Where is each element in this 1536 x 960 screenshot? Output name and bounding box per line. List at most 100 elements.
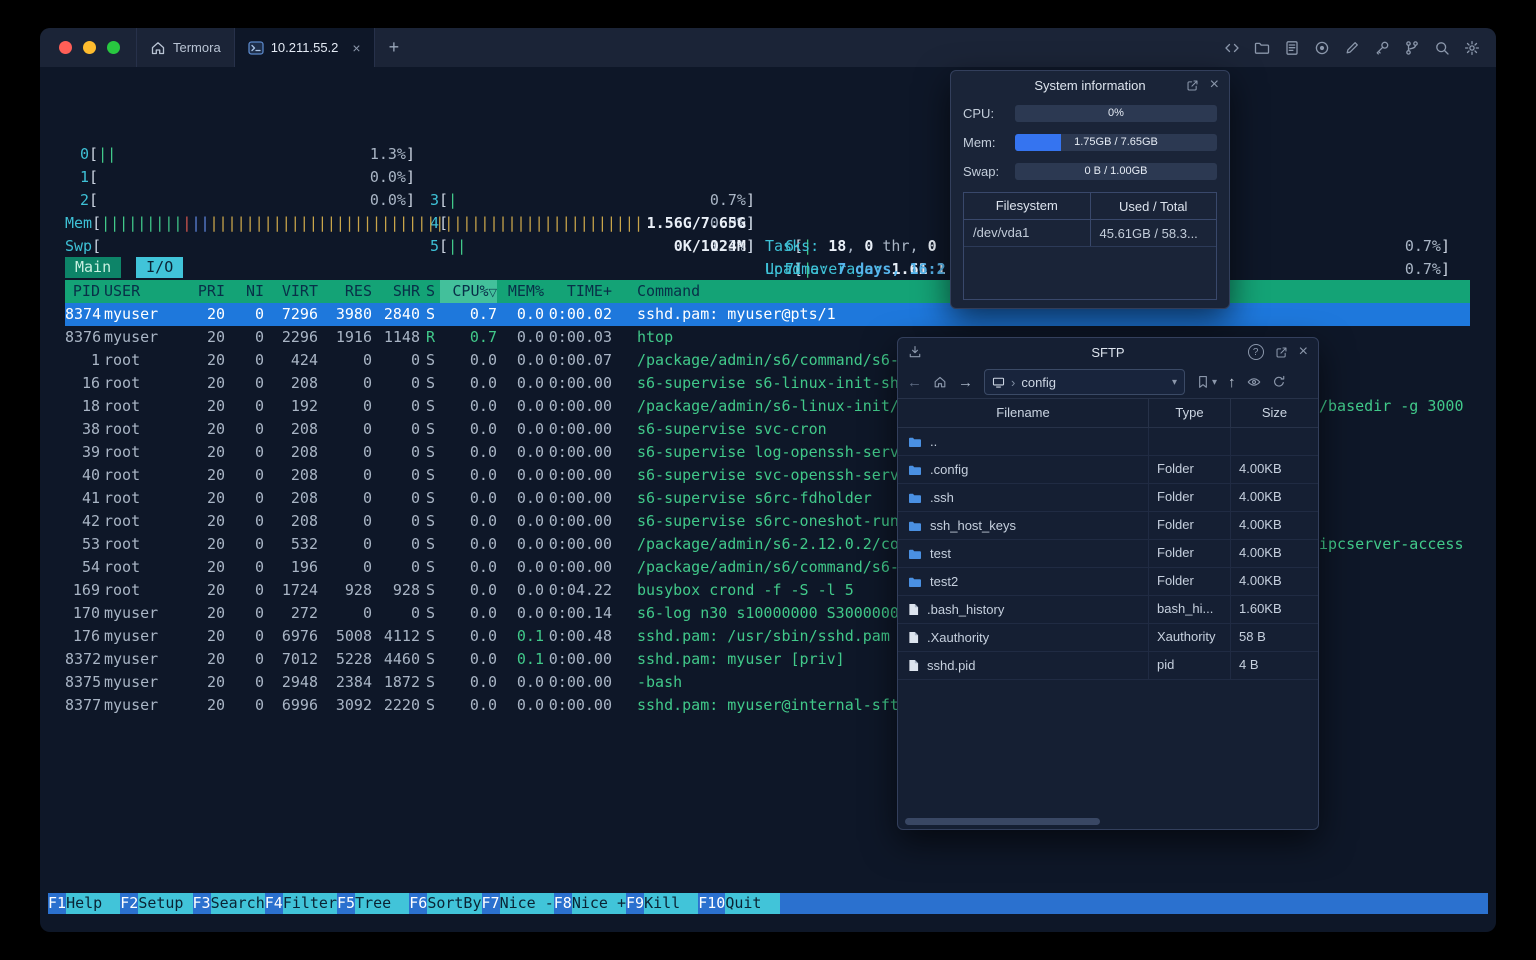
column-header-pri[interactable]: PRI [190, 280, 225, 304]
open-in-window-icon[interactable] [1186, 79, 1199, 92]
file-row[interactable]: sshd.pid pid 4 B [898, 652, 1318, 680]
folder-icon [908, 436, 922, 448]
fkey-f8[interactable]: F8 [554, 893, 572, 914]
process-table-header[interactable]: PID USER PRI NI VIRT RES SHR S CPU%▽ MEM% TIME+ Com… [65, 280, 1470, 304]
file-table-header[interactable]: Filename Type Size [898, 398, 1318, 428]
fkey-f6[interactable]: F6 [409, 893, 427, 914]
cell-ni: 0 [254, 443, 264, 461]
fkey-f5[interactable]: F5 [337, 893, 355, 914]
cell-s: S [426, 604, 436, 622]
column-header-ni[interactable]: NI [225, 280, 264, 304]
download-icon[interactable] [908, 345, 922, 359]
scrollbar-thumb[interactable] [905, 818, 1100, 825]
column-header-user[interactable]: USER [100, 280, 190, 304]
cell-pid: 170 [72, 604, 100, 622]
open-in-window-icon[interactable] [1275, 346, 1288, 359]
file-row[interactable]: .config Folder 4.00KB [898, 456, 1318, 484]
parent-directory-icon[interactable] [1228, 375, 1236, 390]
column-header-virt[interactable]: VIRT [264, 280, 318, 304]
htop-tab-io[interactable]: I/O [136, 257, 184, 278]
minimize-window-button[interactable] [83, 41, 96, 54]
fkey-f2[interactable]: F2 [120, 893, 138, 914]
folder-icon[interactable] [1254, 40, 1270, 56]
fkey-label[interactable]: Tree [355, 893, 410, 914]
refresh-icon[interactable] [1272, 375, 1286, 389]
show-hidden-eye-icon[interactable] [1247, 375, 1261, 389]
fkey-label[interactable]: Help [66, 893, 121, 914]
branch-icon[interactable] [1404, 40, 1420, 56]
fkey-f10[interactable]: F10 [698, 893, 725, 914]
cell-mem: 0.0 [516, 512, 544, 530]
fkey-label[interactable]: Quit [725, 893, 780, 914]
file-row[interactable]: test Folder 4.00KB [898, 540, 1318, 568]
folder-icon [908, 464, 922, 476]
filesystem-table-header: Filesystem Used / Total [964, 193, 1216, 220]
tasks-summary: Tasks: 18, 0 thr, 0 [765, 237, 937, 255]
sysinfo-titlebar: System information [951, 71, 1229, 99]
htop-tab-main[interactable]: Main [65, 257, 122, 278]
fkey-f9[interactable]: F9 [626, 893, 644, 914]
fkey-label[interactable]: Search [210, 893, 265, 914]
process-row[interactable]: 8374 myuser 20 0 7296 3980 2840 S 0.7 0.0 0:00.02 s… [65, 303, 1470, 326]
cell-shr: 1872 [383, 673, 420, 691]
edit-icon[interactable] [1344, 40, 1360, 56]
column-header-s[interactable]: S [420, 280, 440, 304]
cell-s: S [426, 535, 436, 553]
fs-row[interactable]: /dev/vda1 45.61GB / 58.3... [964, 220, 1216, 247]
fs-column-header[interactable]: Filesystem [964, 193, 1091, 219]
close-sftp-icon[interactable] [1299, 344, 1308, 360]
home-icon[interactable] [933, 375, 947, 389]
column-header-cpu[interactable]: CPU%▽ [440, 280, 497, 304]
fkey-f3[interactable]: F3 [193, 893, 211, 914]
column-header-shr[interactable]: SHR [372, 280, 420, 304]
close-window-button[interactable] [59, 41, 72, 54]
fkey-f4[interactable]: F4 [265, 893, 283, 914]
record-icon[interactable] [1314, 40, 1330, 56]
fkey-f7[interactable]: F7 [482, 893, 500, 914]
column-header-pid[interactable]: PID [65, 280, 100, 304]
file-type: Folder [1148, 540, 1230, 567]
tab-ssh-session[interactable]: 10.211.55.2 [233, 28, 375, 67]
column-header-mem[interactable]: MEM% [497, 280, 544, 304]
forward-icon[interactable] [958, 375, 973, 390]
zoom-window-button[interactable] [107, 41, 120, 54]
key-icon[interactable] [1374, 40, 1390, 56]
new-tab-button[interactable] [375, 28, 414, 67]
cell-virt: 6976 [281, 627, 318, 645]
fkey-label[interactable]: Setup [138, 893, 193, 914]
bookmarks-button[interactable] [1196, 375, 1217, 389]
fkey-label[interactable]: SortBy [427, 893, 482, 914]
search-icon[interactable] [1434, 40, 1450, 56]
code-icon[interactable] [1224, 40, 1240, 56]
gauge-value: 1.75GB / 7.65GB [1074, 136, 1158, 148]
fkey-label[interactable]: Filter [282, 893, 337, 914]
help-icon[interactable] [1247, 344, 1264, 360]
close-tab-icon[interactable] [352, 41, 360, 55]
horizontal-scrollbar[interactable] [901, 817, 1315, 826]
tab-termora-home[interactable]: Termora [136, 28, 234, 67]
file-row[interactable]: test2 Folder 4.00KB [898, 568, 1318, 596]
column-header-res[interactable]: RES [318, 280, 372, 304]
file-column-header-size[interactable]: Size [1230, 399, 1318, 427]
log-icon[interactable] [1284, 40, 1300, 56]
path-breadcrumb[interactable]: config [984, 369, 1185, 395]
file-row[interactable]: .bash_history bash_hi... 1.60KB [898, 596, 1318, 624]
file-column-header-type[interactable]: Type [1148, 399, 1230, 427]
column-header-time[interactable]: TIME+ [544, 280, 612, 304]
back-icon[interactable] [907, 375, 922, 390]
settings-icon[interactable] [1464, 40, 1480, 56]
file-row[interactable]: .ssh Folder 4.00KB [898, 484, 1318, 512]
fkey-label[interactable]: Nice - [499, 893, 554, 914]
file-column-header-filename[interactable]: Filename [898, 399, 1148, 427]
chevron-down-icon[interactable] [1172, 377, 1177, 388]
fkey-label[interactable]: Kill [644, 893, 699, 914]
fkey-f1[interactable]: F1 [48, 893, 66, 914]
close-sysinfo-icon[interactable] [1210, 77, 1219, 93]
file-row[interactable]: ssh_host_keys Folder 4.00KB [898, 512, 1318, 540]
file-row[interactable]: .. [898, 428, 1318, 456]
file-row[interactable]: .Xauthority Xauthority 58 B [898, 624, 1318, 652]
cell-pri: 20 [206, 397, 225, 415]
fkey-label[interactable]: Nice + [571, 893, 626, 914]
cell-res: 2384 [335, 673, 372, 691]
fs-column-header[interactable]: Used / Total [1091, 199, 1217, 214]
